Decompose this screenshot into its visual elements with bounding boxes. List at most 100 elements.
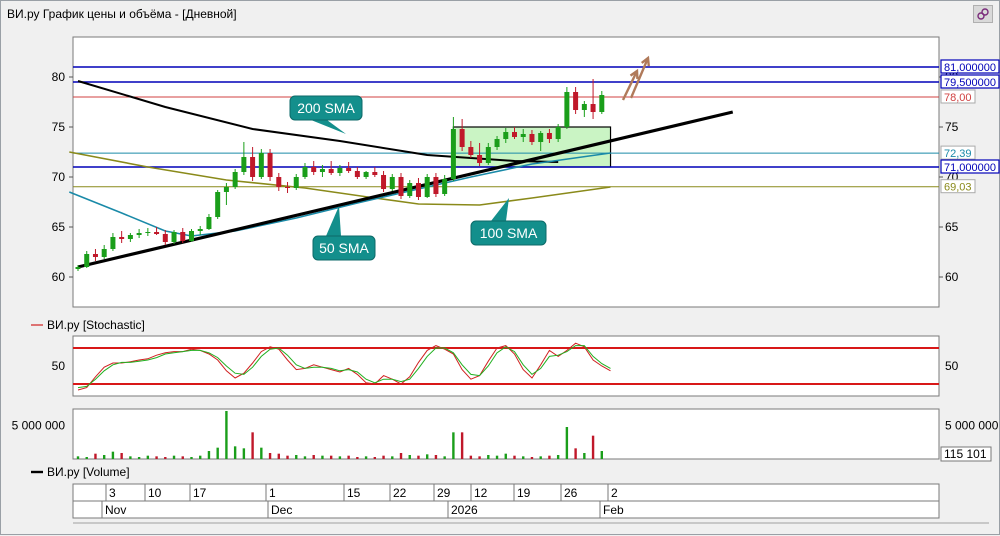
date-day-label: 1	[269, 486, 276, 500]
candle-body	[433, 177, 439, 194]
volume-bar	[199, 455, 202, 459]
volume-bar	[120, 453, 123, 459]
date-day-label: 29	[437, 486, 451, 500]
candle-body	[520, 134, 526, 137]
y-tick-label-left: 80	[52, 70, 66, 84]
date-month-label: 2026	[451, 503, 478, 517]
candle-body	[407, 183, 413, 196]
volume-bar	[242, 448, 246, 459]
volume-bar	[408, 455, 411, 459]
candle-body	[328, 169, 334, 173]
candle-body	[381, 175, 387, 189]
volume-bar	[495, 455, 499, 459]
candle-body	[450, 129, 456, 179]
candle-body	[398, 177, 404, 196]
candle-body	[599, 95, 605, 112]
volume-bar	[356, 457, 359, 459]
y-tick-label-left: 65	[52, 220, 66, 234]
date-day-label: 10	[148, 486, 162, 500]
candle-body	[372, 172, 378, 175]
candle-body	[363, 172, 369, 177]
candle-body	[459, 129, 465, 147]
volume-bar	[565, 427, 569, 459]
y-tick-label-right: 75	[945, 120, 959, 134]
y-tick-label-right: 65	[945, 220, 959, 234]
candle-body	[276, 177, 282, 187]
candle-body	[538, 133, 544, 142]
candle-body	[188, 231, 194, 241]
volume-bar	[539, 456, 542, 459]
volume-bar	[303, 456, 307, 459]
candle-body	[302, 167, 308, 177]
volume-tick-right: 5 000 000	[945, 419, 999, 433]
candle-body	[311, 167, 317, 172]
candle-body	[197, 229, 203, 231]
volume-bar	[530, 457, 534, 459]
date-day-label: 3	[109, 486, 116, 500]
volume-bar	[190, 457, 193, 459]
price-panel	[72, 36, 940, 308]
date-day-label: 26	[564, 486, 578, 500]
candle-body	[477, 155, 483, 163]
candle-body	[119, 237, 125, 239]
candle-body	[494, 139, 500, 147]
volume-bar	[373, 457, 377, 459]
volume-bar	[522, 456, 525, 459]
volume-bar	[469, 455, 473, 459]
candle-body	[415, 183, 421, 197]
volume-panel	[72, 408, 940, 460]
volume-bar	[504, 453, 507, 459]
volume-bar	[312, 455, 315, 459]
candle-body	[92, 254, 98, 257]
candle-body	[573, 92, 579, 110]
volume-bar	[452, 432, 455, 459]
date-day-label: 12	[474, 486, 488, 500]
stochastic-title: ВИ.ру [Stochastic]	[47, 318, 145, 332]
candle-body	[250, 157, 256, 177]
volume-bar	[129, 456, 132, 459]
candle-body	[215, 192, 221, 217]
candle-body	[162, 234, 168, 242]
level-label: 71,000000	[944, 162, 996, 174]
candle-body	[75, 267, 81, 269]
y-tick-label-left: 70	[52, 170, 66, 184]
volume-bar	[155, 456, 158, 459]
volume-bar	[102, 455, 106, 459]
volume-bar	[364, 456, 368, 459]
candle-body	[267, 153, 273, 177]
candle-body	[110, 237, 116, 249]
candle-body	[529, 134, 535, 142]
candle-body	[84, 254, 90, 267]
date-month-label: Dec	[271, 503, 292, 517]
annotation-label: 200 SMA	[297, 100, 355, 116]
volume-bar	[399, 453, 403, 459]
candle-body	[180, 232, 186, 241]
candle-body	[337, 168, 343, 173]
candle-body	[241, 157, 247, 172]
date-day-label: 2	[611, 486, 618, 500]
volume-last-label: 115 101	[944, 447, 987, 461]
volume-bar	[172, 455, 176, 459]
candle-body	[285, 187, 291, 188]
volume-bar	[233, 446, 237, 459]
volume-bar	[94, 453, 97, 459]
volume-bar	[417, 455, 420, 459]
volume-bar	[225, 411, 228, 459]
annotation-label: 100 SMA	[480, 225, 538, 241]
candle-body	[485, 147, 491, 163]
chart-area: 6060656570707575808081,00000079,50000078…	[12, 36, 1000, 524]
date-day-label: 19	[517, 486, 531, 500]
volume-bar	[478, 456, 481, 459]
volume-bar	[434, 455, 438, 459]
volume-bar	[76, 456, 80, 459]
volume-bar	[260, 447, 263, 459]
candle-body	[127, 235, 133, 239]
annotation-label: 50 SMA	[319, 240, 369, 256]
candle-body	[145, 232, 151, 233]
stochastic-tick-right: 50	[945, 359, 959, 373]
volume-bar	[600, 451, 603, 459]
volume-bar	[164, 457, 167, 459]
date-day-label: 17	[193, 486, 207, 500]
level-label: 72,39	[944, 148, 972, 160]
candle-body	[293, 177, 299, 188]
